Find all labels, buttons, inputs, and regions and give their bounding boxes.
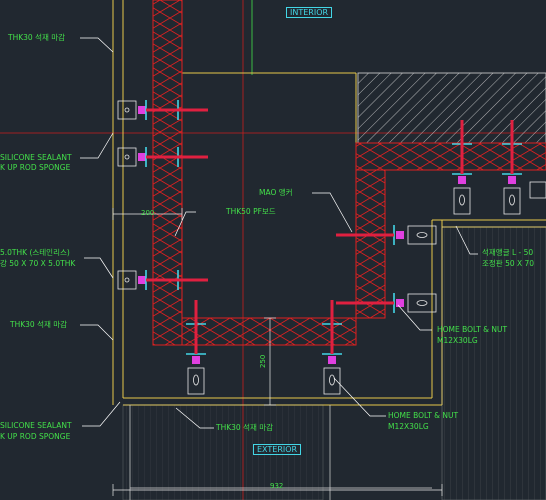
bracket-block	[138, 106, 146, 114]
bolt-nut-label-2a: HOME BOLT & NUT	[388, 411, 459, 420]
anchor-plate	[117, 270, 137, 290]
bracket-block	[458, 176, 466, 184]
anchor-plate	[117, 147, 137, 167]
dimension-200: 200	[141, 209, 155, 217]
stone-angle-label-1: 석재앵글 L - 50	[482, 248, 534, 257]
thk-stainless-label-2: 강 50 X 70 X 5.0THK	[0, 259, 76, 268]
interior-tag: INTERIOR	[286, 7, 333, 18]
anchor-bolt-hole	[416, 300, 428, 306]
bolt-nut-label-2b: M12X30LG	[388, 422, 429, 431]
thk-stainless-label-1: 5.0THK (스테인리스)	[0, 248, 70, 257]
bracket-block	[396, 231, 404, 239]
dimension-932: 932	[270, 482, 284, 490]
anchor-bolt-hole	[193, 374, 199, 386]
backup-rod-label-1: K UP ROD SPONGE	[0, 163, 71, 172]
anchor-plate	[323, 367, 341, 395]
anchor-bolt-hole	[124, 154, 130, 160]
concrete-slab	[357, 72, 546, 144]
mao-anchor-label: MAO 앵커	[259, 188, 293, 197]
bracket-block	[138, 153, 146, 161]
bracket-block	[508, 176, 516, 184]
bracket-block	[328, 356, 336, 364]
silicone-sealant-label-1: SILICONE SEALANT	[0, 153, 72, 162]
anchor-bolt-hole	[329, 374, 335, 386]
anchor-bolt-hole	[124, 277, 130, 283]
silicone-sealant-label-2: SILICONE SEALANT	[0, 421, 72, 430]
backup-rod-label-2: K UP ROD SPONGE	[0, 432, 71, 441]
exterior-tag: EXTERIOR	[253, 444, 302, 455]
anchor-plate	[453, 187, 471, 215]
stone-finish-bottom-label: THK30 석재 마감	[216, 423, 274, 432]
anchor-bolt-hole	[416, 232, 428, 238]
bolt-nut-label-1b: M12X30LG	[437, 336, 478, 345]
bracket-block	[138, 276, 146, 284]
bracket-block	[396, 299, 404, 307]
anchor-plate	[503, 187, 521, 215]
stone-finish-top-label: THK30 석재 마감	[8, 33, 66, 42]
anchor-bolt-hole	[509, 194, 515, 206]
anchor-bolt-hole	[459, 194, 465, 206]
bolt-nut-label-1a: HOME BOLT & NUT	[437, 325, 508, 334]
anchor-plate	[117, 100, 137, 120]
anchor-plate	[529, 181, 546, 199]
anchor-plate	[187, 367, 205, 395]
anchor-bolt-hole	[124, 107, 130, 113]
dimension-250: 250	[259, 354, 267, 368]
stone-angle-label-2: 조정판 50 X 70	[482, 259, 535, 268]
bracket-block	[192, 356, 200, 364]
stone-finish-mid-label: THK30 석재 마감	[10, 320, 68, 329]
pf-board-label: THK50 PF보드	[226, 207, 276, 216]
